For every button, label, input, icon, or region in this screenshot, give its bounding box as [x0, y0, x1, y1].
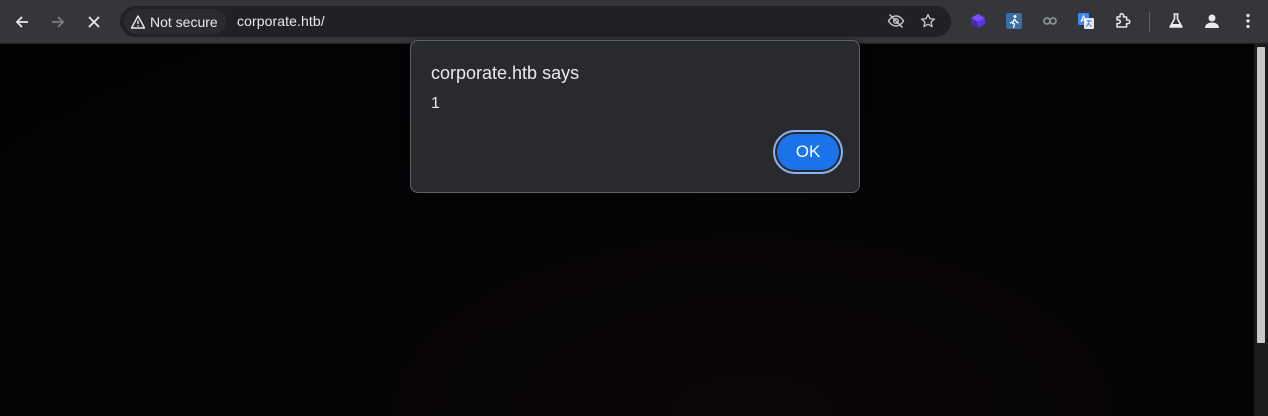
forward-button[interactable]: [44, 8, 72, 36]
extension-translate-button[interactable]: [1076, 11, 1096, 31]
vertical-scrollbar[interactable]: [1254, 44, 1268, 416]
profile-button[interactable]: [1202, 11, 1222, 31]
translate-icon: [1078, 13, 1094, 29]
tracking-protection-button[interactable]: [886, 11, 906, 31]
dialog-title: corporate.htb says: [431, 63, 580, 83]
eye-off-icon: [887, 14, 905, 28]
ok-button[interactable]: OK: [773, 130, 843, 174]
back-button[interactable]: [8, 8, 36, 36]
security-label: Not secure: [150, 13, 218, 30]
extension-purple-button[interactable]: [968, 11, 988, 31]
extensions-button[interactable]: [1113, 11, 1133, 31]
security-chip[interactable]: Not secure: [124, 9, 226, 34]
toolbar-divider: [1149, 12, 1150, 32]
labs-button[interactable]: [1166, 11, 1186, 31]
address-bar[interactable]: Not secure corporate.htb/: [120, 6, 951, 37]
star-icon: [920, 13, 936, 28]
extension-walker-button[interactable]: [1004, 11, 1024, 31]
forward-arrow-icon: [52, 16, 65, 28]
browser-menu-button[interactable]: [1238, 11, 1258, 31]
puzzle-piece-icon: [1116, 12, 1131, 28]
scrollbar-thumb[interactable]: [1257, 47, 1265, 343]
bookmark-button[interactable]: [918, 11, 938, 31]
back-arrow-icon: [15, 16, 28, 28]
dialog-message: 1: [431, 95, 440, 112]
purple-cube-icon: [971, 14, 985, 28]
close-icon: [88, 16, 100, 28]
extension-link-button[interactable]: [1040, 11, 1060, 31]
chain-link-icon: [1043, 17, 1057, 25]
person-icon: [1205, 14, 1219, 28]
walker-extension-icon: [1006, 13, 1022, 29]
ok-button-label: OK: [777, 134, 839, 170]
flask-icon: [1169, 13, 1183, 28]
kebab-menu-icon: [1246, 13, 1250, 29]
stop-loading-button[interactable]: [80, 8, 108, 36]
alert-dialog: corporate.htb says 1 OK: [410, 40, 860, 193]
url-text[interactable]: corporate.htb/: [237, 13, 325, 29]
warning-triangle-icon: [130, 14, 146, 29]
browser-toolbar: Not secure corporate.htb/: [0, 0, 1268, 44]
